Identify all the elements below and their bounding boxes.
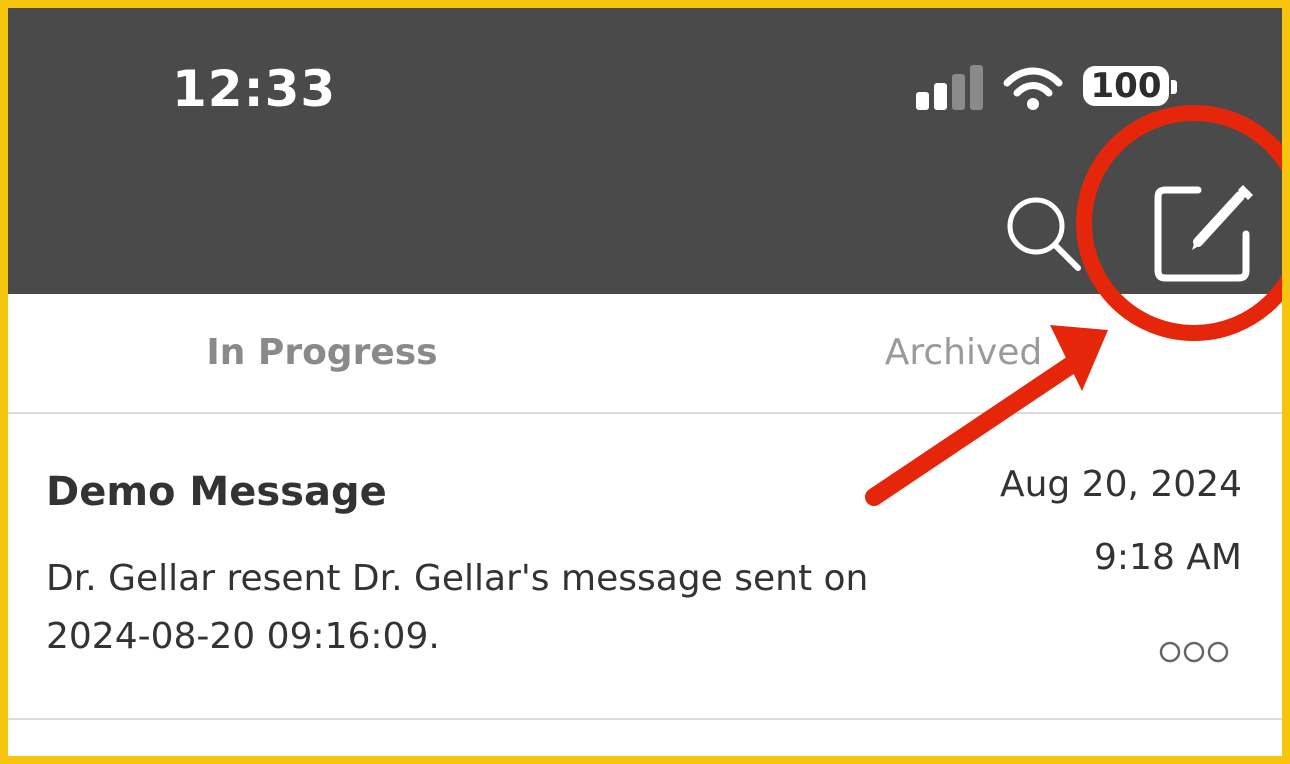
message-time: 9:18 AM xyxy=(1094,537,1242,578)
message-title: Demo Message xyxy=(46,469,387,515)
battery-icon: 100 xyxy=(1083,66,1169,106)
tab-bar: In Progress Archived xyxy=(8,294,1282,414)
compose-icon[interactable] xyxy=(1142,174,1262,286)
message-preview: Dr. Gellar resent Dr. Gellar's message s… xyxy=(46,558,869,657)
signal-bar xyxy=(934,83,947,110)
app-header: 12:33 100 xyxy=(8,8,1282,294)
status-time: 12:33 xyxy=(172,60,337,118)
next-message-row xyxy=(8,720,1282,756)
message-date: Aug 20, 2024 xyxy=(999,464,1242,505)
more-options-icon[interactable] xyxy=(1158,640,1230,664)
signal-bar xyxy=(970,65,983,110)
cellular-signal-icon xyxy=(916,65,986,110)
tab-in-progress[interactable]: In Progress xyxy=(8,294,636,412)
wifi-icon xyxy=(1003,67,1063,110)
search-icon[interactable] xyxy=(1002,192,1084,274)
app-screen: 12:33 100 In Progress Archived Demo Mess… xyxy=(0,0,1290,764)
battery-tip xyxy=(1171,80,1177,94)
message-list-item[interactable]: Demo Message Dr. Gellar resent Dr. Gella… xyxy=(8,414,1282,720)
tab-archived[interactable]: Archived xyxy=(645,294,1282,412)
signal-bar xyxy=(952,74,965,110)
signal-bar xyxy=(916,92,929,110)
